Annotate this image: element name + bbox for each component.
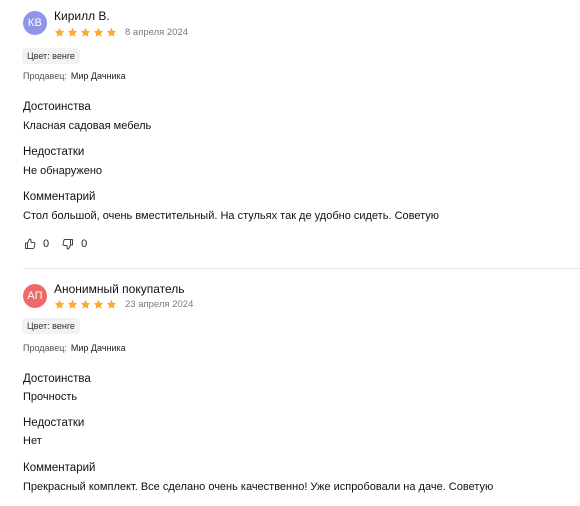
comment-title: Комментарий <box>23 191 96 203</box>
variant-chip: Цвет: венге <box>22 48 80 64</box>
star-icon <box>54 27 65 37</box>
pros-text: Прочность <box>23 391 78 403</box>
star-icon <box>93 27 104 37</box>
rating-row: 23 апреля 2024 <box>54 297 193 311</box>
rating-row: 8 апреля 2024 <box>54 25 188 39</box>
review-date: 8 апреля 2024 <box>125 26 189 38</box>
cons-title: Недостатки <box>23 417 85 429</box>
cons-title: Недостатки <box>23 146 85 158</box>
review-date: 23 апреля 2024 <box>125 298 194 310</box>
review-divider <box>23 268 580 269</box>
like-count: 0 <box>43 238 50 250</box>
seller-line: Продавец: Мир Дачника <box>23 71 126 81</box>
seller-label: Продавец: <box>23 343 67 353</box>
vote-bar: 0 0 <box>24 238 100 250</box>
cons-text: Нет <box>23 435 42 447</box>
avatar: АП <box>23 284 47 308</box>
cons-text: Не обнаружено <box>23 165 103 177</box>
thumbs-up-icon <box>25 238 36 249</box>
seller-label: Продавец: <box>23 71 67 81</box>
comment-title: Комментарий <box>23 462 96 474</box>
dislike-button[interactable]: 0 <box>62 238 87 250</box>
star-icon <box>54 299 65 309</box>
star-icon <box>67 27 78 37</box>
pros-title: Достоинства <box>23 373 91 385</box>
star-icon <box>80 299 91 309</box>
review-author: Анонимный покупатель <box>54 282 185 296</box>
seller-line: Продавец: Мир Дачника <box>23 343 126 353</box>
variant-chip: Цвет: венге <box>22 318 80 334</box>
review-author: Кирилл В. <box>54 9 110 23</box>
avatar: КВ <box>23 11 47 35</box>
pros-title: Достоинства <box>23 101 91 113</box>
star-icon <box>106 299 117 309</box>
comment-text: Прекрасный комплект. Все сделано очень к… <box>23 481 494 493</box>
seller-name[interactable]: Мир Дачника <box>71 71 126 81</box>
dislike-count: 0 <box>81 238 88 250</box>
thumbs-down-icon <box>62 239 74 250</box>
pros-text: Класная садовая мебель <box>23 120 152 132</box>
seller-name[interactable]: Мир Дачника <box>71 343 126 353</box>
like-button[interactable]: 0 <box>24 238 49 250</box>
star-icon <box>106 27 117 37</box>
comment-text: Стол большой, очень вместительный. На ст… <box>23 210 440 222</box>
star-icon <box>67 299 78 309</box>
star-icon <box>80 27 91 37</box>
star-icon <box>93 299 104 309</box>
